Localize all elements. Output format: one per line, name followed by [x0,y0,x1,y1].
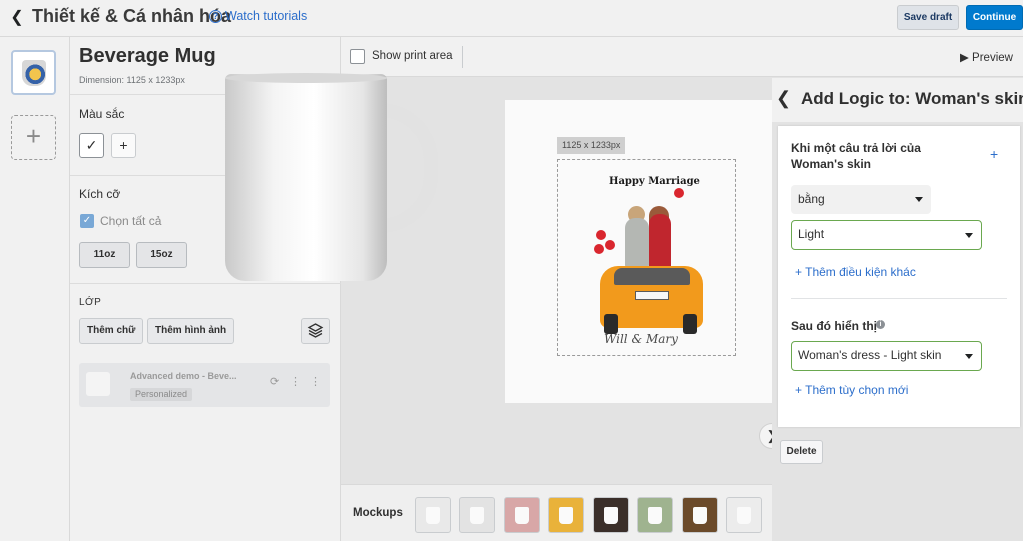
layers-button[interactable] [301,318,330,344]
mockup-thumbnail[interactable] [682,497,718,533]
value-select[interactable]: Light [791,220,982,250]
help-icon: ? [209,9,222,23]
mockup-thumbnail[interactable] [637,497,673,533]
heart-balloon [605,240,615,250]
watch-tutorials-link[interactable]: ? Watch tutorials [209,9,307,23]
mockup-mug [737,507,751,524]
more-options-icon[interactable]: ⋮ [310,375,321,388]
mockup-thumbnail[interactable] [726,497,762,533]
personalized-badge: Personalized [130,388,193,401]
select-all-checkbox[interactable]: ✓ [80,214,94,228]
save-draft-button[interactable]: Save draft [897,5,959,30]
preview-button[interactable]: ▶ Preview [960,50,1013,64]
continue-button[interactable]: Continue [966,5,1023,30]
layers-icon [307,323,324,338]
toolbar-divider [462,46,463,68]
select-all-label: Chọn tất cả [100,214,162,228]
mockup-mug [693,507,707,524]
size-option-11oz[interactable]: 11oz [79,242,130,268]
woman-figure [649,214,671,272]
add-condition-plus-icon[interactable]: + [990,146,998,162]
caret-down-icon [965,233,973,238]
print-area-dimension-tag: 1125 x 1233px [557,137,626,154]
product-thumbnail[interactable] [11,50,56,95]
operator-select[interactable]: bằng [791,185,931,214]
add-condition-label: Thêm điều kiện khác [805,265,916,279]
color-section-title: Màu sắc [79,107,125,121]
drag-handle-icon[interactable]: ⋮ [290,375,301,388]
page-title: Thiết kế & Cá nhân hóa [32,6,232,26]
man-figure [625,218,649,268]
mug-body [225,74,387,281]
product-dimension: Dimension: 1125 x 1233px [79,75,185,85]
divider [791,298,1007,299]
back-chevron-icon[interactable]: ❮ [776,88,791,109]
mockup-thumbnail[interactable] [548,497,584,533]
back-arrow-icon[interactable]: ❮ [8,8,26,28]
info-icon[interactable]: i [876,320,885,329]
mockup-thumbnail[interactable] [504,497,540,533]
delete-button[interactable]: Delete [780,440,823,464]
product-title: Beverage Mug [79,45,216,67]
mockup-mug [559,507,573,524]
heart-balloon [596,230,606,240]
mockup-mug [426,507,440,524]
mug-rim [225,73,387,83]
operator-value: bằng [798,192,825,206]
car-window [614,268,690,285]
mockups-bar: Mockups [341,484,772,541]
mockup-thumbnail[interactable] [415,497,451,533]
result-select[interactable]: Woman's dress - Light skin [791,341,982,371]
layer-thumbnail [86,372,110,396]
add-condition-link[interactable]: + Thêm điều kiện khác [795,265,916,279]
mug-design-title: Happy Marriage [609,176,700,187]
mockup-mug [515,507,529,524]
show-print-area-label: Show print area [372,50,453,62]
add-text-button[interactable]: Thêm chữ [79,318,144,344]
layer-section-title: LỚP [79,297,102,308]
mockup-thumbnail[interactable] [593,497,629,533]
add-image-button[interactable]: Thêm hình ảnh [147,318,235,344]
divider [70,283,341,284]
caret-down-icon [965,354,973,359]
canvas-toolbar: Show print area ▶ Preview [341,37,1023,77]
watch-tutorials-label: Watch tutorials [225,9,308,23]
add-color-button[interactable]: + [111,133,136,158]
mug-design-names: Will & Mary [604,332,678,346]
show-print-area-checkbox[interactable] [350,49,365,64]
condition-text: Khi một câu trả lời của Woman's skin [791,141,921,171]
layer-item[interactable]: Advanced demo - Beve... Personalized ⟳ ⋮… [79,363,330,407]
size-option-15oz[interactable]: 15oz [136,242,187,268]
size-section-title: Kích cỡ [79,187,121,201]
caret-down-icon [915,197,923,202]
color-swatch-selected[interactable]: ✓ [79,133,104,158]
mockup-mug [648,507,662,524]
result-selected: Woman's dress - Light skin [798,348,942,362]
license-plate [635,291,669,300]
mockup-thumbnail[interactable] [459,497,495,533]
then-show-label: Sau đó hiển thị [791,319,877,333]
add-product-button[interactable]: + [11,115,56,160]
top-header: ❮ Thiết kế & Cá nhân hóa ? Watch tutoria… [0,0,1023,37]
logic-panel-title: Add Logic to: Woman's skin [801,89,1023,108]
add-option-label: Thêm tùy chọn mới [805,383,909,397]
car-wheel [683,314,697,334]
value-selected: Light [798,227,825,241]
car-wheel [604,314,618,334]
product-thumbnails: + [0,37,70,541]
layer-name: Advanced demo - Beve... [130,371,237,381]
mug-thumbnail-image [22,60,46,86]
sync-icon[interactable]: ⟳ [270,375,279,388]
logic-card: Khi một câu trả lời của Woman's skin + b… [778,126,1020,427]
mockup-mug [604,507,618,524]
add-option-link[interactable]: + Thêm tùy chọn mới [795,383,908,397]
mockup-mug [470,507,484,524]
mockups-label: Mockups [353,507,403,519]
heart-balloon [674,188,684,198]
heart-balloon [594,244,604,254]
preview-label: Preview [972,52,1013,64]
